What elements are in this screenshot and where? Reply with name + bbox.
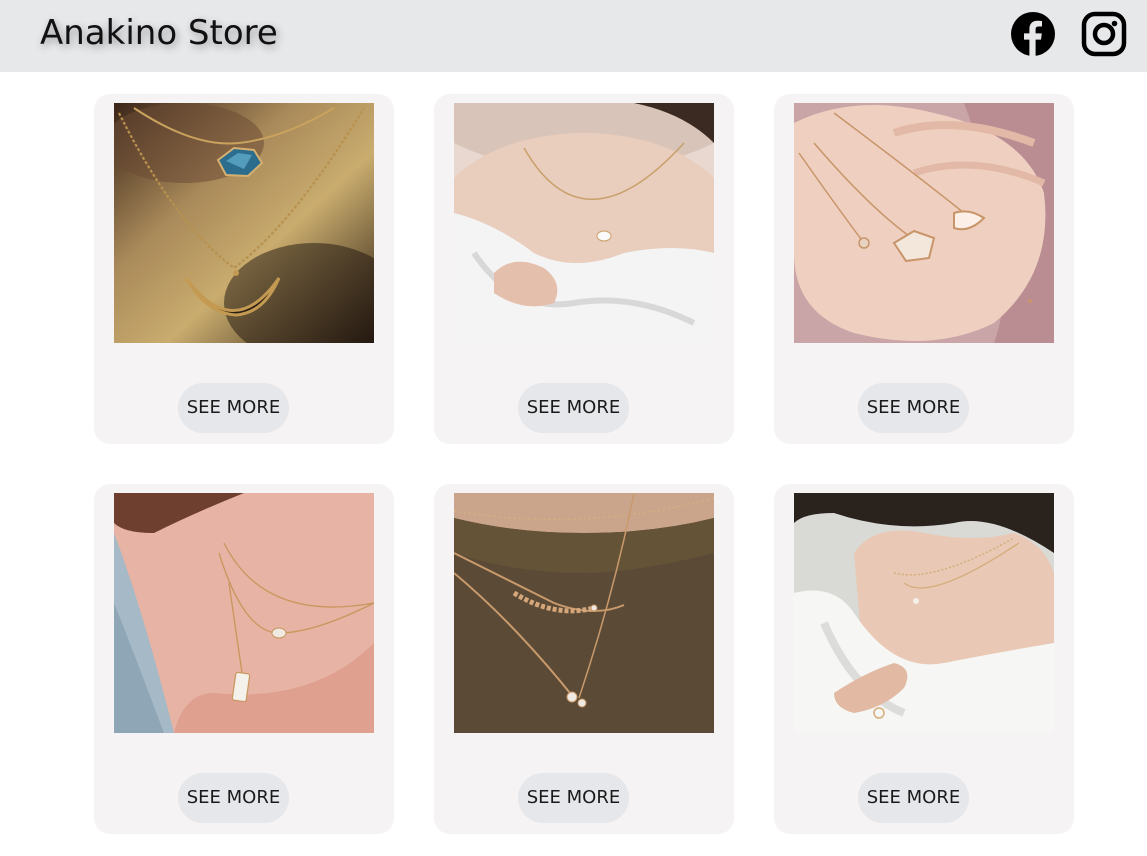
product-image[interactable] bbox=[794, 493, 1054, 733]
site-header: Anakino Store bbox=[0, 0, 1147, 72]
see-more-button[interactable]: SEE MORE bbox=[858, 773, 969, 823]
see-more-button[interactable]: SEE MORE bbox=[178, 383, 289, 433]
product-card: SEE MORE bbox=[94, 94, 394, 444]
product-image[interactable] bbox=[454, 103, 714, 343]
instagram-icon[interactable] bbox=[1081, 11, 1127, 57]
product-card: SEE MORE bbox=[434, 484, 734, 834]
product-card: SEE MORE bbox=[774, 484, 1074, 834]
see-more-button[interactable]: SEE MORE bbox=[518, 773, 629, 823]
product-image[interactable] bbox=[794, 103, 1054, 343]
product-image[interactable] bbox=[454, 493, 714, 733]
facebook-icon[interactable] bbox=[1010, 11, 1056, 57]
see-more-button[interactable]: SEE MORE bbox=[178, 773, 289, 823]
product-image[interactable] bbox=[114, 103, 374, 343]
see-more-button[interactable]: SEE MORE bbox=[518, 383, 629, 433]
brand-title[interactable]: Anakino Store bbox=[40, 13, 278, 53]
product-card: SEE MORE bbox=[774, 94, 1074, 444]
see-more-button[interactable]: SEE MORE bbox=[858, 383, 969, 433]
product-image[interactable] bbox=[114, 493, 374, 733]
product-card: SEE MORE bbox=[434, 94, 734, 444]
product-card: SEE MORE bbox=[94, 484, 394, 834]
